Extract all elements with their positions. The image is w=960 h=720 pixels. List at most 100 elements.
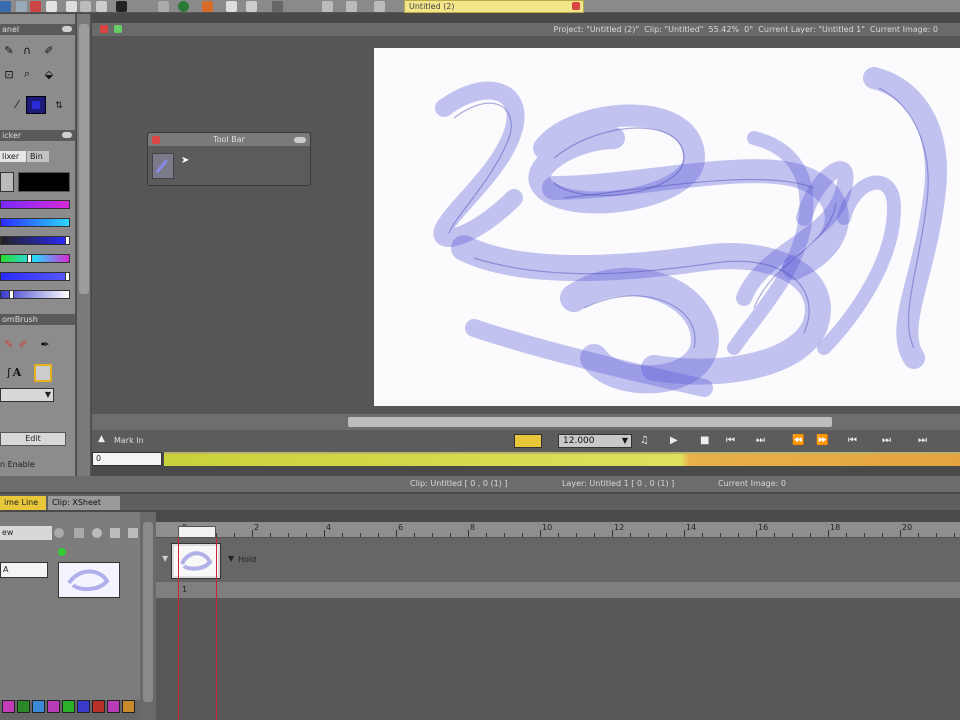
color-stepper[interactable]	[0, 172, 14, 192]
close-tab-icon[interactable]	[572, 2, 580, 10]
document-tab[interactable]: Untitled (2)	[404, 0, 584, 13]
ruler-label: 8	[470, 523, 476, 532]
eraser-icon[interactable]	[158, 1, 169, 12]
view-hscrollbar[interactable]	[92, 414, 960, 430]
color-swatch[interactable]	[92, 700, 105, 713]
layers-icon[interactable]	[0, 1, 11, 12]
tab-timeline[interactable]: ime Line	[0, 496, 46, 510]
swap-colors-icon[interactable]: ⇅	[50, 98, 68, 114]
color-swatch[interactable]	[122, 700, 135, 713]
refresh-icon[interactable]	[374, 1, 385, 12]
current-frame-field[interactable]: 0	[92, 452, 162, 466]
minimize-icon[interactable]	[294, 137, 306, 143]
transform-icon[interactable]: ⊡	[0, 66, 18, 82]
rewind-button[interactable]: ⏮	[848, 435, 857, 446]
forward-button[interactable]: ⏭	[882, 435, 891, 446]
blue-slider[interactable]	[0, 272, 70, 281]
color-swatch[interactable]	[47, 700, 60, 713]
play-button[interactable]: ▶	[670, 435, 678, 446]
cursor-icon[interactable]	[46, 1, 57, 12]
brush-preset-icon[interactable]	[152, 153, 174, 179]
selected-tool-icon[interactable]	[34, 364, 52, 382]
collapse-icon[interactable]	[62, 132, 72, 138]
globe-icon[interactable]	[178, 1, 189, 12]
chevron-down-icon[interactable]: ▼	[228, 554, 234, 563]
ruler-tick	[288, 533, 289, 537]
edit-button[interactable]: Edit	[0, 432, 66, 446]
ruler-tick	[774, 533, 775, 537]
lasso-icon[interactable]: ✎	[0, 42, 18, 58]
fps-field[interactable]: 12.000 ▼	[558, 434, 632, 448]
left-scrollbar[interactable]	[77, 14, 91, 476]
ruler-tick	[756, 530, 757, 537]
prev-frame-button[interactable]: ⏪	[792, 435, 804, 446]
tab-xsheet[interactable]: Clip: XSheet	[48, 496, 120, 510]
brush-icon[interactable]	[30, 1, 41, 12]
eyedropper-icon[interactable]: ⁄	[8, 96, 26, 112]
current-color-swatch[interactable]	[26, 96, 46, 114]
curve-icon[interactable]: ∩	[18, 42, 36, 58]
brush-dropdown[interactable]: ▼	[0, 388, 54, 402]
settings-icon[interactable]: ⏭	[918, 435, 927, 446]
magnify-icon[interactable]: ⌕	[18, 66, 36, 82]
layer-name-field[interactable]: A	[0, 562, 48, 578]
frame-icon[interactable]	[246, 1, 257, 12]
tab-bin[interactable]: Bin	[27, 151, 49, 162]
pencil-icon[interactable]: ✐	[40, 42, 58, 58]
drawing-canvas[interactable]	[374, 48, 960, 406]
film-icon[interactable]	[272, 1, 283, 12]
first-frame-button[interactable]: ⏮	[726, 435, 735, 446]
collapse-icon[interactable]	[62, 26, 72, 32]
zoom-icon[interactable]	[96, 1, 107, 12]
paint-icon[interactable]: ✐	[14, 336, 32, 352]
frame-icon[interactable]	[110, 528, 120, 538]
color-swatch[interactable]	[17, 700, 30, 713]
ruler-tick	[414, 533, 415, 537]
eye-icon[interactable]	[54, 528, 64, 538]
tab-mixer[interactable]: lixer	[0, 151, 26, 162]
playhead-marker[interactable]	[178, 526, 216, 538]
value-slider[interactable]	[0, 236, 70, 245]
lock-view-icon[interactable]	[114, 25, 122, 33]
color-swatch[interactable]	[32, 700, 45, 713]
lock-icon[interactable]	[74, 528, 84, 538]
table-icon[interactable]	[346, 1, 357, 12]
timeline-left-scrollbar[interactable]	[140, 512, 156, 720]
next-frame-button[interactable]: ⏩	[816, 435, 828, 446]
ink-icon[interactable]: ✒	[36, 336, 54, 352]
loop-toggle[interactable]	[514, 434, 542, 448]
timeline-track: ▼ ▼ Hold	[156, 538, 960, 582]
text-tool-icon[interactable]: A	[8, 364, 26, 380]
bulb-icon[interactable]	[92, 528, 102, 538]
mark-in-icon[interactable]: ▲	[98, 434, 105, 444]
bulb-icon[interactable]	[226, 1, 237, 12]
frame-cell-1[interactable]	[172, 544, 220, 578]
layer-visible-icon[interactable]	[58, 548, 66, 556]
hue-bar-slider[interactable]	[0, 254, 70, 263]
hue-slider[interactable]	[0, 200, 70, 209]
pen-tool-icon[interactable]	[66, 1, 77, 12]
hand-icon[interactable]	[80, 1, 91, 12]
color-swatch[interactable]	[77, 700, 90, 713]
opacity-slider[interactable]	[0, 290, 70, 299]
ruler-label: 6	[398, 523, 404, 532]
layer-options-icon[interactable]	[128, 528, 138, 538]
view-dropdown[interactable]: ew	[0, 526, 52, 540]
selection-icon[interactable]	[16, 1, 27, 12]
saturation-slider[interactable]	[0, 218, 70, 227]
color-swatch[interactable]	[62, 700, 75, 713]
last-frame-button[interactable]: ⏭	[756, 435, 765, 446]
close-view-icon[interactable]	[100, 25, 108, 33]
color-swatch[interactable]	[107, 700, 120, 713]
stop-button[interactable]: ■	[700, 435, 709, 446]
fill-icon[interactable]: ⬙	[40, 66, 58, 82]
close-icon[interactable]	[152, 136, 160, 144]
audio-icon[interactable]: ♫	[640, 435, 649, 446]
color-swatch[interactable]	[2, 700, 15, 713]
grid-icon[interactable]	[322, 1, 333, 12]
play-icon[interactable]	[116, 1, 127, 12]
color-icon[interactable]	[202, 1, 213, 12]
timeline-ruler[interactable]: 02468101214161820	[156, 522, 960, 538]
frame-progress-bar[interactable]	[164, 452, 960, 466]
chevron-down-icon[interactable]: ▼	[162, 554, 168, 563]
